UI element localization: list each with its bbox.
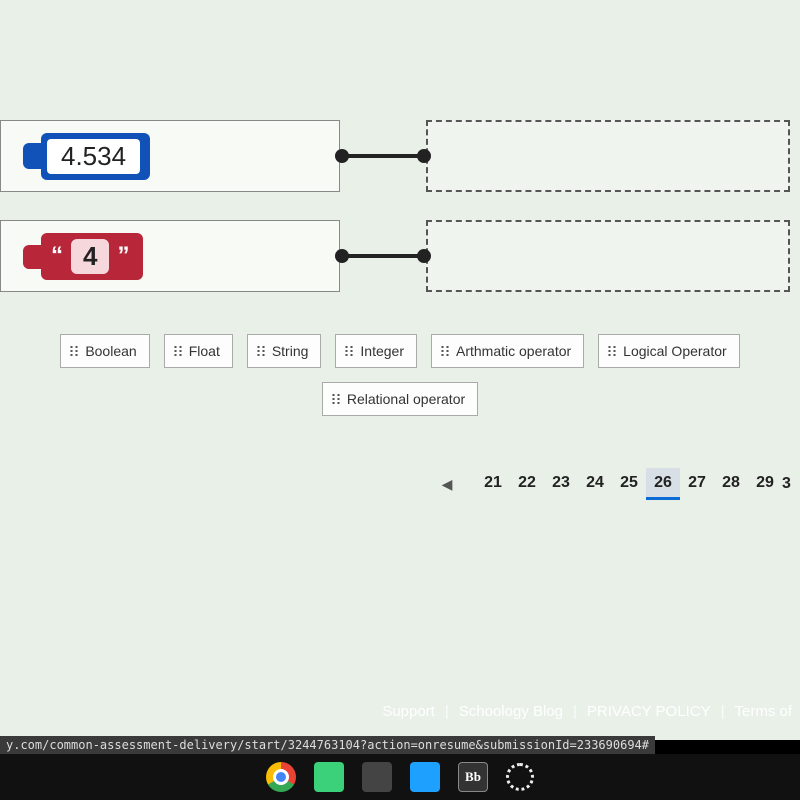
answer-chip-logical-operator[interactable]: Logical Operator	[598, 334, 740, 368]
drop-target[interactable]	[426, 220, 790, 292]
value-block-float[interactable]: 4.534	[41, 133, 150, 180]
taskbar-app-icon[interactable]	[410, 762, 440, 792]
status-url: y.com/common-assessment-delivery/start/3…	[0, 736, 655, 754]
app-viewport: 4.534 “ 4 ” Boolean Float String Integer…	[0, 0, 800, 740]
answer-chip-string[interactable]: String	[247, 334, 322, 368]
chip-label: Logical Operator	[623, 343, 727, 359]
chip-label: Relational operator	[347, 391, 465, 407]
page-number-active[interactable]: 26	[646, 468, 680, 500]
chip-label: Boolean	[85, 343, 136, 359]
answer-chip-boolean[interactable]: Boolean	[60, 334, 149, 368]
footer-link-terms[interactable]: Terms of	[734, 703, 792, 720]
pager-prev-button[interactable]: ◀	[432, 469, 462, 499]
source-box: 4.534	[0, 120, 340, 192]
drag-grip-icon	[607, 345, 617, 357]
value-block-string[interactable]: “ 4 ”	[41, 233, 143, 280]
page-number[interactable]: 25	[612, 468, 646, 500]
taskbar-chrome-icon[interactable]	[266, 762, 296, 792]
answer-chip-integer[interactable]: Integer	[335, 334, 417, 368]
taskbar-loading-icon[interactable]	[506, 763, 534, 791]
question-pager: ◀ 21 22 23 24 25 26 27 28 29 3	[0, 468, 800, 500]
taskbar-blackboard-icon[interactable]: Bb	[458, 762, 488, 792]
drag-grip-icon	[440, 345, 450, 357]
value-text: 4.534	[47, 139, 140, 174]
value-text: 4	[71, 239, 109, 274]
page-number[interactable]: 22	[510, 468, 544, 500]
taskbar-app-icon[interactable]	[362, 762, 392, 792]
page-number[interactable]: 29	[748, 468, 782, 500]
footer-link-privacy[interactable]: PRIVACY POLICY	[587, 703, 711, 720]
open-quote: “	[51, 242, 63, 270]
close-quote: ”	[117, 242, 129, 270]
chip-label: Integer	[360, 343, 404, 359]
connector-line	[342, 254, 424, 258]
footer-links: Support | Schoology Blog | PRIVACY POLIC…	[382, 703, 792, 720]
matching-question: 4.534 “ 4 ”	[0, 120, 800, 292]
page-number[interactable]: 23	[544, 468, 578, 500]
drag-grip-icon	[331, 393, 341, 405]
answer-chip-arithmetic-operator[interactable]: Arthmatic operator	[431, 334, 584, 368]
separator: |	[445, 703, 449, 720]
taskbar-app-icon[interactable]	[314, 762, 344, 792]
page-number[interactable]: 21	[476, 468, 510, 500]
match-row: 4.534	[0, 120, 790, 192]
separator: |	[721, 703, 725, 720]
page-number[interactable]: 27	[680, 468, 714, 500]
match-row: “ 4 ”	[0, 220, 790, 292]
chip-label: Float	[189, 343, 220, 359]
drop-target[interactable]	[426, 120, 790, 192]
separator: |	[573, 703, 577, 720]
connector-line	[342, 154, 424, 158]
drag-grip-icon	[69, 345, 79, 357]
windows-taskbar: Bb	[0, 754, 800, 800]
answer-bank: Boolean Float String Integer Arthmatic o…	[0, 322, 800, 428]
answer-chip-float[interactable]: Float	[164, 334, 233, 368]
page-number[interactable]: 24	[578, 468, 612, 500]
chip-label: Arthmatic operator	[456, 343, 571, 359]
drag-grip-icon	[344, 345, 354, 357]
page-number[interactable]: 28	[714, 468, 748, 500]
drag-grip-icon	[256, 345, 266, 357]
footer-link-blog[interactable]: Schoology Blog	[459, 703, 563, 720]
page-number-cutoff: 3	[782, 468, 796, 500]
footer-link-support[interactable]: Support	[382, 703, 435, 720]
answer-chip-relational-operator[interactable]: Relational operator	[322, 382, 478, 416]
source-box: “ 4 ”	[0, 220, 340, 292]
chevron-left-icon: ◀	[442, 476, 453, 493]
drag-grip-icon	[173, 345, 183, 357]
chip-label: String	[272, 343, 309, 359]
